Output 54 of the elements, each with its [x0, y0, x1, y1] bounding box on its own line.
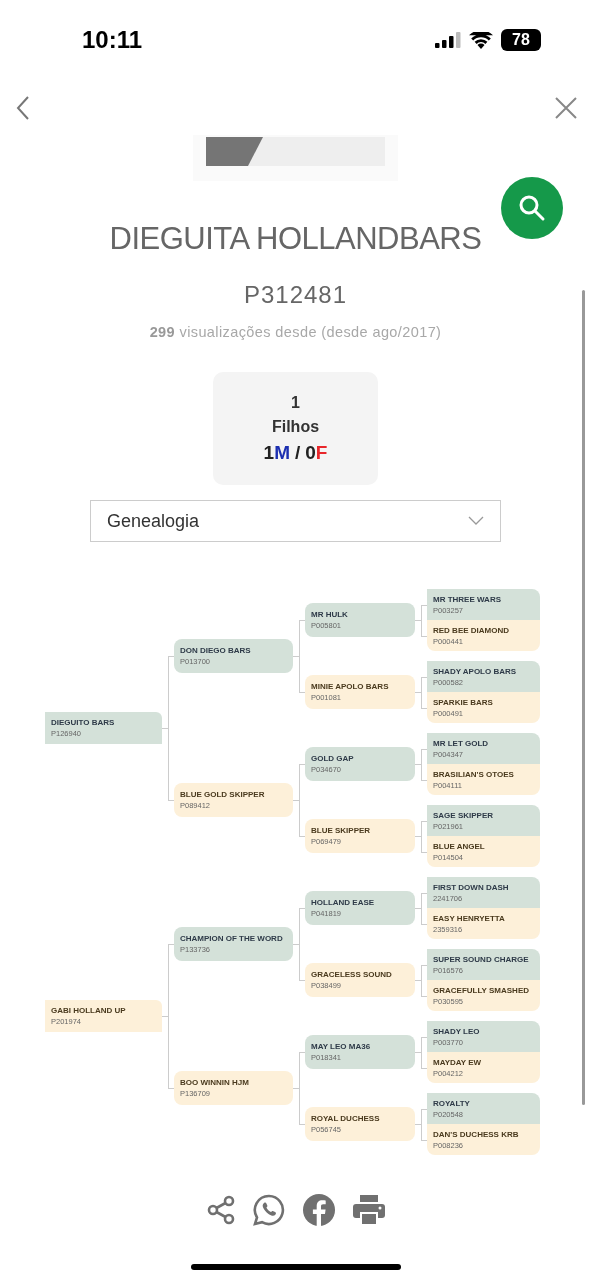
horse-name: MINIE APOLO BARS — [311, 682, 390, 691]
horse-name: GABI HOLLAND UP — [51, 1006, 127, 1015]
print-icon[interactable] — [351, 1194, 386, 1226]
separator: / — [294, 441, 301, 464]
chevron-down-icon — [468, 516, 484, 526]
horse-name: DIEGUITA HOLLANDBARS — [109, 221, 482, 257]
horse-name: FIRST DOWN DASH — [433, 882, 510, 892]
horse-name: GRACEFULLY SMASHED — [433, 985, 530, 995]
status-time: 10:11 — [82, 26, 143, 54]
horse-name: GOLD GAP — [311, 754, 355, 763]
horse-name: ROYALTY — [433, 1098, 471, 1108]
horse-name: ROYAL DUCHESS — [311, 1114, 381, 1123]
facebook-icon[interactable] — [301, 1193, 336, 1227]
close-icon[interactable] — [555, 96, 577, 119]
offspring-count: 1 — [291, 393, 300, 412]
signal-icon — [435, 32, 461, 48]
horse-name: DAN'S DUCHESS KRB — [433, 1129, 520, 1139]
battery-icon: 78 — [501, 29, 541, 51]
horse-name: GRACELESS SOUND — [311, 970, 393, 979]
scrollbar[interactable] — [582, 290, 585, 1105]
horse-name: MR LET GOLD — [433, 738, 490, 748]
horse-name: MR HULK — [311, 610, 349, 619]
horse-name: BRASILIAN'S OTOES — [433, 769, 515, 779]
horse-name: BLUE ANGEL — [433, 841, 486, 851]
horse-name: SAGE SKIPPER — [433, 810, 494, 820]
horse-name: MAY LEO MA36 — [311, 1042, 372, 1051]
views-text: 299 visualizações desde (desde ago/2017) — [149, 324, 442, 340]
horse-name: BLUE GOLD SKIPPER — [180, 790, 266, 799]
search-icon — [518, 194, 546, 222]
registration-number: P312481 — [243, 281, 348, 309]
sex-count: 0 — [305, 441, 316, 464]
horse-name: SHADY APOLO BARS — [433, 666, 518, 676]
horse-name: DON DIEGO BARS — [180, 646, 252, 655]
whatsapp-icon[interactable] — [251, 1193, 286, 1227]
horse-name: SHADY LEO — [433, 1026, 481, 1036]
horse-name: MAYDAY EW — [433, 1057, 483, 1067]
sex-letter: M — [274, 441, 290, 464]
back-icon[interactable] — [16, 94, 30, 121]
offspring-label: Filhos — [271, 417, 320, 436]
horse-name: MR THREE WARS — [433, 594, 502, 604]
horse-name: DIEGUITO BARS — [51, 718, 116, 727]
sex-letter: F — [315, 441, 328, 464]
share-icon[interactable] — [205, 1195, 236, 1225]
horse-name: BLUE SKIPPER — [311, 826, 372, 835]
horse-name: SUPER SOUND CHARGE — [433, 954, 530, 964]
sex-count: 1 — [263, 441, 275, 464]
horse-name: BOO WINNIN HJM — [180, 1078, 250, 1087]
horse-name: CHAMPION OF THE WORD — [180, 934, 284, 943]
section-dropdown[interactable]: Genealogia — [90, 500, 501, 542]
horse-name: EASY HENRYETTA — [433, 913, 506, 923]
horse-name: HOLLAND EASE — [311, 898, 376, 907]
wifi-icon — [469, 31, 493, 49]
horse-name: RED BEE DIAMOND — [433, 625, 510, 635]
horse-name: SPARKIE BARS — [433, 697, 494, 707]
